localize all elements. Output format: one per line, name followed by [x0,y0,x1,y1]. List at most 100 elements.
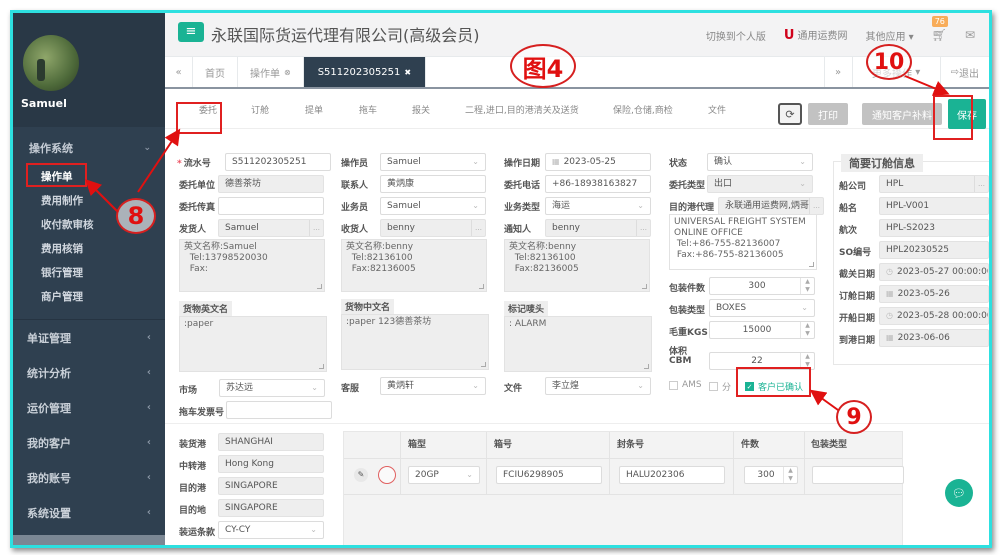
transit-field[interactable]: Hong Kong [218,455,324,473]
sidebar-item-account[interactable]: 我的账号 ‹ [13,460,165,495]
market-select[interactable]: 苏达远 ⌄ [219,379,325,397]
pod-field[interactable]: SINGAPORE [218,477,324,495]
booking-date-field[interactable]: ▦ 2023-05-26 [879,285,989,303]
section-tab-bl[interactable]: 提单 [305,103,323,116]
logout-button[interactable]: ⇨ 退出 [939,57,989,87]
edit-icon[interactable]: ✎ [354,468,368,482]
voyage-field[interactable]: HPL-S2023 [879,219,989,237]
goods-cn-textarea[interactable]: :paper 123德善茶坊 [341,314,489,370]
tabs-scroll-right-button[interactable]: » [823,57,852,87]
truck-invoice-field[interactable] [226,401,332,419]
shipper-detail-textarea[interactable]: 英文名称:Samuel Tel:13798520030 Fax: [179,239,325,292]
sailing-date-field[interactable]: ◷ 2023-05-28 00:00:00 [879,307,989,325]
switch-personal-link[interactable]: 切换到个人版 [706,28,766,43]
split-checkbox[interactable]: 分 [709,380,731,393]
tab-order-detail[interactable]: S511202305251 ✖ [303,57,427,87]
salesman-select[interactable]: Samuel ⌄ [380,197,486,215]
ellipsis-button[interactable]: … [636,220,650,236]
section-tab-customs[interactable]: 报关 [412,103,430,116]
close-icon[interactable]: ⊗ [284,68,291,77]
marks-textarea[interactable]: : ALARM [504,316,652,372]
sidebar-item-fee-writeoff[interactable]: 费用核销 [41,237,165,261]
chevron-left-icon: ‹ [146,402,151,413]
section-tab-trucking[interactable]: 拖车 [359,103,377,116]
container-number-field[interactable]: FCIU6298905 [496,466,602,484]
section-tab-import[interactable]: 二程,进口,目的港清关及送货 [465,103,579,116]
client-phone-field[interactable]: +86-18938163827 [545,175,651,193]
so-no-field[interactable]: HPL20230525 [879,241,989,259]
dest-field[interactable]: SINGAPORE [218,499,324,517]
shipper-field[interactable]: Samuel… [218,219,324,237]
sidebar-item-merchant[interactable]: 商户管理 [41,285,165,309]
biz-type-select[interactable]: 海运 ⌄ [545,197,651,215]
sidebar-item-statistics[interactable]: 统计分析 ‹ [13,355,165,390]
freight-site-link[interactable]: U 通用运费网 [784,27,848,43]
menu-label: 运价管理 [27,401,71,415]
op-date-field[interactable]: ▦ 2023-05-25 [545,153,651,171]
carrier-field[interactable]: HPL… [879,175,989,193]
section-tab-booking[interactable]: 订舱 [251,103,269,116]
goods-en-textarea[interactable]: :paper [179,316,327,372]
container-pkg-field[interactable] [812,466,904,484]
tabs-scroll-left-button[interactable]: « [165,57,193,87]
logout-icon: ⇨ [950,66,959,78]
serial-no-field[interactable]: S511202305251 [225,153,331,171]
status-select[interactable]: 确认 ⌄ [707,153,813,171]
cutoff-date-field[interactable]: ◷ 2023-05-27 00:00:00 [879,263,989,281]
consignee-detail-textarea[interactable]: 英文名称:benny Tel:82136100 Fax:82136005 [341,239,487,292]
notify-customer-button[interactable]: 通知客户补料 [862,103,942,125]
dest-agent-field[interactable]: 永联通用运费网,炳哥… [718,197,824,215]
sidebar-item-customers[interactable]: 我的客户 ‹ [13,425,165,460]
row-select-radio[interactable] [378,466,396,484]
dest-agent-detail-textarea[interactable]: UNIVERSAL FREIGHT SYSTEM ONLINE OFFICE T… [669,214,817,270]
terms-select[interactable]: CY-CY ⌄ [218,521,324,539]
docs-select[interactable]: 李立煌 ⌄ [545,377,651,395]
cart-button[interactable]: 76 🛒︎ [931,16,948,42]
print-button[interactable]: 打印 [808,103,848,125]
menu-toggle-button[interactable]: ≡ [178,22,204,42]
ellipsis-button[interactable]: … [471,220,485,236]
spinner-arrows-icon[interactable]: ▲ ▼ [783,467,797,483]
client-fax-field[interactable] [218,197,324,215]
other-apps-dropdown[interactable]: 其他应用 ▾ [865,28,913,43]
arrival-date-field[interactable]: ▦ 2023-06-06 [879,329,989,347]
contact-field[interactable]: 黄炳康 [380,175,486,193]
consignee-label: 收货人 [341,225,369,235]
section-tab-insurance[interactable]: 保险,仓储,商检 [613,103,673,116]
ams-checkbox[interactable]: AMS [669,380,702,390]
ellipsis-button[interactable]: … [974,176,988,192]
sidebar-item-bank[interactable]: 银行管理 [41,261,165,285]
sidebar-item-documents[interactable]: 单证管理 ‹ [13,320,165,355]
sidebar-item-settings[interactable]: 系统设置 ‹ [13,495,165,530]
container-qty-stepper[interactable]: 300 ▲ ▼ [744,466,798,484]
order-type-select[interactable]: 出口 ⌄ [707,175,813,193]
nav-header-operations[interactable]: 操作系统 ⌄ [13,131,165,165]
mail-icon[interactable]: ✉ [965,28,975,42]
pol-field[interactable]: SHANGHAI [218,433,324,451]
spinner-arrows-icon[interactable]: ▲ ▼ [800,278,814,294]
vessel-field[interactable]: HPL-V001 [879,197,989,215]
menu-label: 系统设置 [27,506,71,520]
consignee-field[interactable]: benny… [380,219,486,237]
close-icon[interactable]: ✖ [404,68,411,77]
spinner-arrows-icon[interactable]: ▲ ▼ [800,322,814,338]
container-type-select[interactable]: 20GP ⌄ [408,466,480,484]
notify-detail-textarea[interactable]: 英文名称:benny Tel:82136100 Fax:82136005 [504,239,650,292]
ellipsis-button[interactable]: … [309,220,323,236]
notify-field[interactable]: benny… [545,219,651,237]
operator-select[interactable]: Samuel ⌄ [380,153,486,171]
cs-select[interactable]: 黄炳轩 ⌄ [380,377,486,395]
pkg-type-select[interactable]: BOXES ⌄ [709,299,815,317]
client-field[interactable]: 德善茶坊 [218,175,324,193]
packages-stepper[interactable]: 300 ▲ ▼ [709,277,815,295]
gross-weight-stepper[interactable]: 15000 ▲ ▼ [709,321,815,339]
avatar[interactable] [23,35,79,91]
seal-number-field[interactable]: HALU202306 [619,466,725,484]
refresh-button[interactable]: ⟳ [778,103,802,125]
chat-button[interactable]: 💬︎ [945,479,973,507]
sidebar-item-rates[interactable]: 运价管理 ‹ [13,390,165,425]
tab-home[interactable]: 首页 [193,57,238,87]
section-tab-files[interactable]: 文件 [708,103,726,116]
ellipsis-button[interactable]: … [809,198,823,214]
tab-operation-order[interactable]: 操作单 ⊗ [238,57,304,87]
